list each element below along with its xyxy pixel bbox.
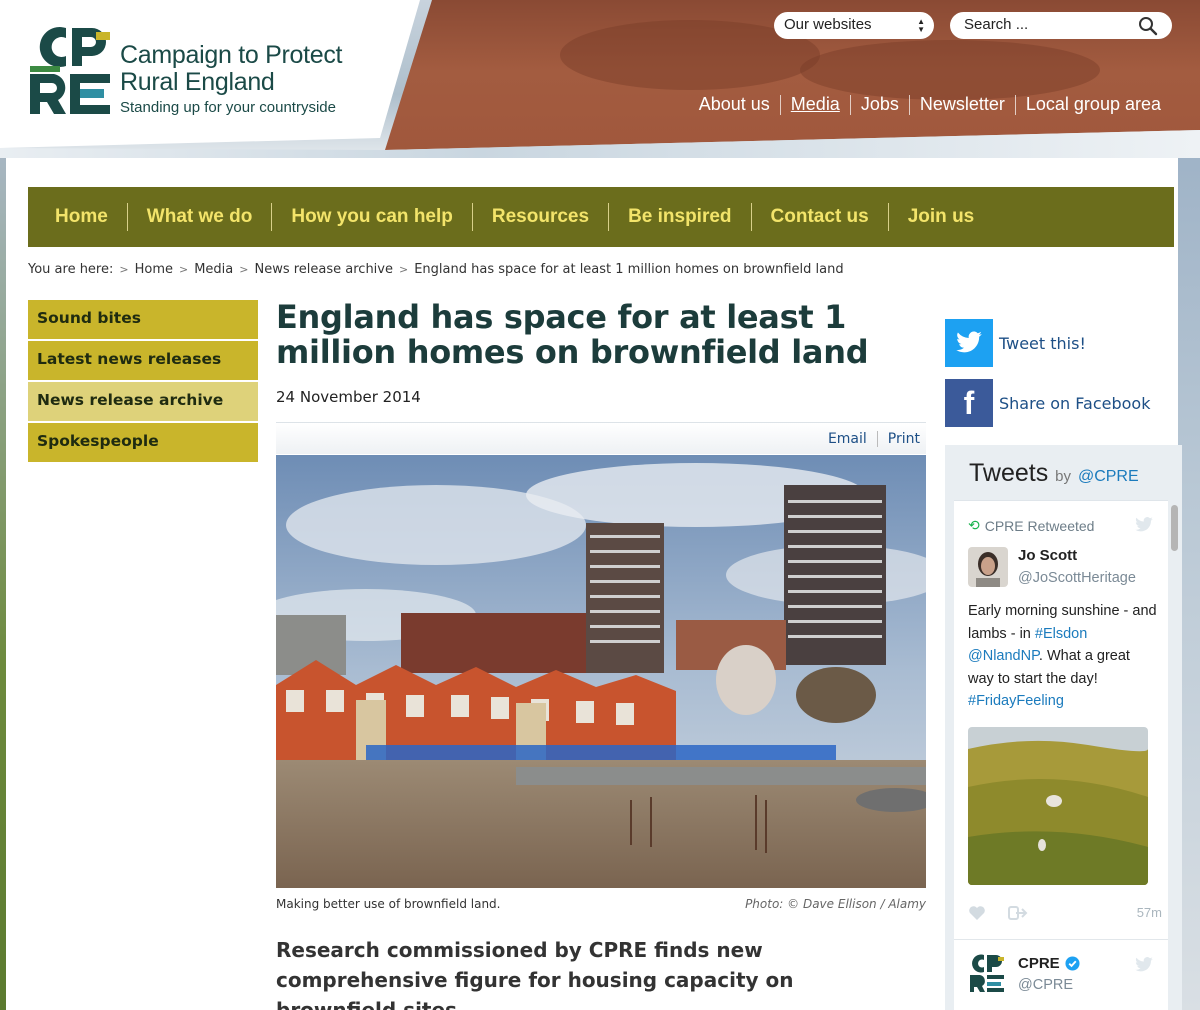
- top-link-jobs[interactable]: Jobs: [851, 94, 909, 115]
- nav-contact-us[interactable]: Contact us: [752, 206, 888, 228]
- tweets-handle-link[interactable]: @CPRE: [1078, 468, 1139, 485]
- breadcrumb-chevron-icon: >: [119, 263, 129, 276]
- breadcrumb-media[interactable]: Media: [194, 262, 233, 277]
- article-standfirst: Research commissioned by CPRE finds new …: [276, 938, 794, 1010]
- sidebar-item-latest-news-releases[interactable]: Latest news releases: [28, 341, 258, 380]
- logo-wordmark: Campaign to Protect Rural England Standi…: [120, 41, 343, 117]
- share-facebook-label: Share on Facebook: [999, 393, 1151, 413]
- tweet-photo[interactable]: [968, 727, 1148, 885]
- sidebar-item-news-release-archive[interactable]: News release archive: [28, 382, 258, 421]
- twitter-icon-box: [945, 319, 993, 367]
- article-date: 24 November 2014: [276, 388, 421, 406]
- org-name-line2: Rural England: [120, 68, 275, 96]
- nav-join-us[interactable]: Join us: [889, 206, 994, 228]
- breadcrumb-chevron-icon: >: [178, 263, 189, 276]
- breadcrumb: You are here: > Home > Media > News rele…: [28, 262, 844, 277]
- tweet-timestamp[interactable]: 57m: [1137, 905, 1162, 920]
- twitter-bird-icon: [956, 331, 982, 353]
- tweet-author-handle[interactable]: @JoScottHeritage: [1018, 570, 1136, 586]
- search-placeholder: Search ...: [964, 16, 1029, 33]
- retweet-label: CPRE Retweeted: [984, 517, 1095, 534]
- scrollbar-thumb[interactable]: [1171, 505, 1178, 551]
- twitter-bird-icon[interactable]: [1134, 517, 1154, 533]
- hashtag-link[interactable]: #Elsdon: [1035, 626, 1087, 642]
- nav-resources[interactable]: Resources: [473, 206, 608, 228]
- retweet-icon: ⟲: [968, 517, 980, 533]
- tweets-scrollbar[interactable]: [1169, 505, 1179, 1005]
- tweet-actions: 57m: [968, 903, 1162, 923]
- tweet2-author-handle[interactable]: @CPRE: [1018, 977, 1073, 993]
- sidebar-item-spokespeople[interactable]: Spokespeople: [28, 423, 258, 462]
- search-input[interactable]: Search ...: [950, 12, 1172, 39]
- mention-link[interactable]: @NlandNP: [968, 648, 1039, 664]
- hashtag-link[interactable]: #FridayFeeling: [968, 693, 1064, 709]
- breadcrumb-home[interactable]: Home: [135, 262, 173, 277]
- nav-what-we-do[interactable]: What we do: [128, 206, 272, 228]
- our-websites-select[interactable]: Our websites ▲ ▼: [774, 12, 934, 39]
- tweet-this-label: Tweet this!: [999, 333, 1086, 353]
- tweet-feed: ⟲ CPRE Retweeted Jo Scott @JoScottHerita…: [954, 500, 1168, 1010]
- nav-how-you-can-help[interactable]: How you can help: [272, 206, 472, 228]
- tweet2-author-label: CPRE: [1018, 955, 1060, 972]
- photo-caption: Making better use of brownfield land.: [276, 897, 501, 911]
- article-tools: Email Print: [276, 422, 926, 454]
- cpre-logo[interactable]: [26, 22, 116, 118]
- twitter-timeline-widget: Tweets by @CPRE ⟲ CPRE Retweeted Jo Scot…: [945, 445, 1182, 1010]
- top-link-media[interactable]: Media: [781, 94, 850, 115]
- tweet-text: Early morning sunshine - and lambs - in …: [968, 600, 1158, 713]
- email-link[interactable]: Email: [828, 431, 867, 447]
- tools-separator: [876, 430, 878, 447]
- photo-caption-row: Making better use of brownfield land. Ph…: [276, 897, 926, 911]
- photo-credit: Photo: © Dave Ellison / Alamy: [745, 897, 926, 911]
- avatar[interactable]: [968, 547, 1008, 587]
- top-link-about[interactable]: About us: [689, 94, 780, 115]
- top-links: About us Media Jobs Newsletter Local gro…: [689, 94, 1171, 115]
- section-sidebar: Sound bites Latest news releases News re…: [28, 300, 258, 464]
- like-heart-icon[interactable]: [968, 905, 986, 921]
- retweet-context: ⟲ CPRE Retweeted: [968, 517, 1094, 534]
- verified-badge-icon: [1065, 956, 1080, 971]
- sidebar-item-sound-bites[interactable]: Sound bites: [28, 300, 258, 339]
- header-cloud: [800, 40, 1100, 100]
- top-link-local-group-area[interactable]: Local group area: [1016, 94, 1171, 115]
- search-icon[interactable]: [1138, 16, 1158, 36]
- breadcrumb-chevron-icon: >: [398, 263, 409, 276]
- nav-home[interactable]: Home: [36, 206, 127, 228]
- breadcrumb-current: England has space for at least 1 million…: [414, 262, 844, 277]
- share-icon[interactable]: [1008, 905, 1028, 921]
- tweets-by: by: [1055, 468, 1071, 485]
- org-name-line1: Campaign to Protect: [120, 41, 343, 69]
- cpre-avatar[interactable]: [968, 953, 1006, 993]
- tweets-header: Tweets by @CPRE: [969, 459, 1139, 488]
- share-facebook-button[interactable]: f Share on Facebook: [945, 379, 1165, 427]
- twitter-bird-icon[interactable]: [1134, 957, 1154, 973]
- tweet2-author-name[interactable]: CPRE: [1018, 955, 1080, 972]
- org-tagline: Standing up for your countryside: [120, 99, 336, 116]
- breadcrumb-chevron-icon: >: [239, 263, 249, 276]
- tweet-this-button[interactable]: Tweet this!: [945, 319, 1165, 367]
- article-title: England has space for at least 1 million…: [276, 298, 869, 371]
- breadcrumb-news-release-archive[interactable]: News release archive: [254, 262, 393, 277]
- breadcrumb-prefix: You are here:: [28, 262, 114, 277]
- tweet-author-name[interactable]: Jo Scott: [1018, 547, 1077, 564]
- select-arrows-icon: ▲ ▼: [917, 17, 925, 34]
- facebook-icon-box: f: [945, 379, 993, 427]
- nav-be-inspired[interactable]: Be inspired: [609, 206, 750, 228]
- our-websites-value: Our websites: [784, 16, 872, 33]
- print-link[interactable]: Print: [888, 431, 920, 447]
- article-photo: [276, 455, 926, 888]
- tweets-title: Tweets: [969, 459, 1049, 487]
- facebook-icon: f: [963, 385, 975, 421]
- main-nav: Home What we do How you can help Resourc…: [28, 187, 1174, 247]
- tweet-divider: [954, 939, 1168, 940]
- top-link-newsletter[interactable]: Newsletter: [910, 94, 1015, 115]
